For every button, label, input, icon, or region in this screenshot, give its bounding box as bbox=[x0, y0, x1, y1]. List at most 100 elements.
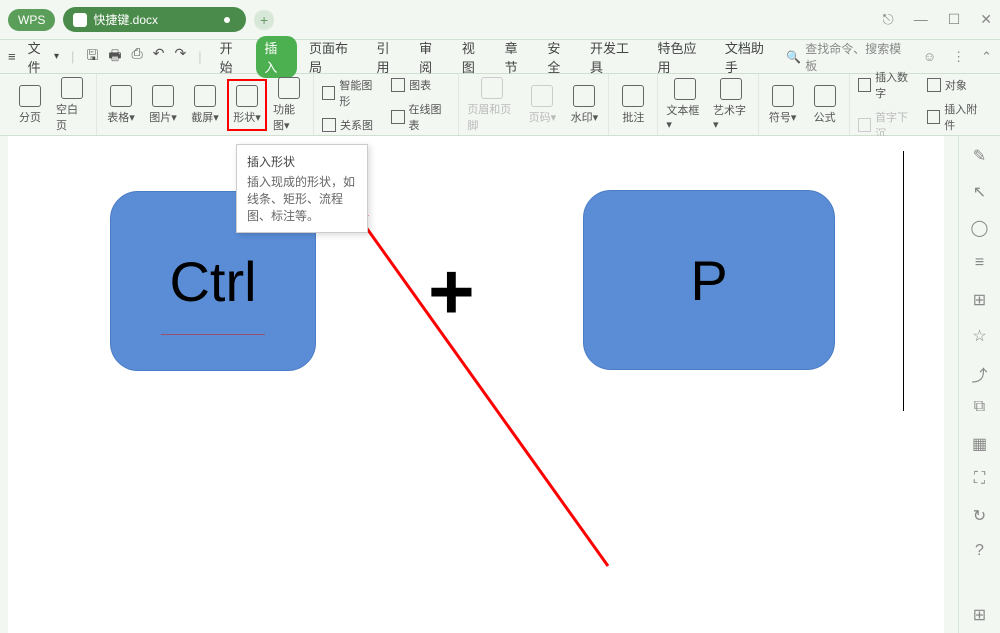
sidebar-line-icon[interactable]: ≡ bbox=[971, 254, 989, 272]
attachment-button[interactable]: 插入附件 bbox=[923, 99, 990, 135]
save-icon[interactable]: 🖫 bbox=[86, 45, 98, 69]
wordart-button[interactable]: 艺术字▾ bbox=[709, 74, 754, 135]
textbox-label: 文本框▾ bbox=[666, 102, 703, 131]
insert-number-button[interactable]: 插入数字 bbox=[854, 67, 921, 103]
menu-tab-3[interactable]: 引用 bbox=[370, 36, 407, 78]
symbol-button[interactable]: 符号▾ bbox=[763, 81, 803, 129]
skin-icon[interactable]: ⎋ bbox=[883, 11, 894, 28]
doc-icon bbox=[73, 13, 87, 27]
menu-tab-4[interactable]: 审阅 bbox=[413, 36, 450, 78]
screenshot-button[interactable]: 截屏▾ bbox=[185, 81, 225, 129]
sidebar-star-icon[interactable]: ☆ bbox=[971, 326, 989, 344]
attachment-icon bbox=[927, 110, 940, 124]
wordart-icon bbox=[720, 78, 742, 100]
add-tab-button[interactable]: + bbox=[254, 10, 274, 30]
formula-button[interactable]: 公式 bbox=[805, 81, 845, 129]
print-icon[interactable]: 🖶 bbox=[108, 45, 121, 69]
function-diagram-button[interactable]: 功能图▾ bbox=[269, 73, 309, 137]
chart-button[interactable]: 图表 bbox=[387, 75, 454, 95]
online-chart-button[interactable]: 在线图表 bbox=[387, 99, 454, 135]
sidebar-grid-icon[interactable]: ⊞ bbox=[971, 605, 989, 623]
redo-icon[interactable]: ↷ bbox=[174, 45, 186, 69]
close-icon[interactable]: ✕ bbox=[980, 11, 992, 28]
shape-label: 形状▾ bbox=[233, 109, 261, 125]
header-footer-button[interactable]: 页眉和页脚 bbox=[463, 73, 520, 137]
object-label: 对象 bbox=[945, 77, 967, 93]
smart-art-button[interactable]: 智能图形 bbox=[318, 75, 385, 111]
undo-icon[interactable]: ↶ bbox=[153, 45, 165, 69]
sidebar-pencil-icon[interactable]: ✎ bbox=[971, 146, 989, 164]
menu-tab-7[interactable]: 安全 bbox=[541, 36, 578, 78]
unsaved-dot bbox=[224, 17, 230, 23]
page-number-icon bbox=[531, 85, 553, 107]
online-chart-label: 在线图表 bbox=[409, 101, 451, 133]
menu-tab-8[interactable]: 开发工具 bbox=[584, 36, 645, 78]
page-break-icon bbox=[19, 85, 41, 107]
shape-icon bbox=[236, 85, 258, 107]
relation-chart-button[interactable]: 关系图 bbox=[318, 115, 385, 135]
watermark-icon bbox=[573, 85, 595, 107]
menu-tab-10[interactable]: 文档助手 bbox=[719, 36, 780, 78]
tooltip-desc: 插入现成的形状，如线条、矩形、流程图、标注等。 bbox=[247, 174, 357, 224]
minimize-icon[interactable]: — bbox=[914, 11, 928, 28]
chart-label: 图表 bbox=[409, 77, 431, 93]
sidebar-history-icon[interactable]: ↻ bbox=[971, 506, 989, 524]
menu-tab-1[interactable]: 插入 bbox=[256, 36, 297, 78]
sidebar-shape-icon[interactable]: ◯ bbox=[971, 218, 989, 236]
page-number-button[interactable]: 页码▾ bbox=[522, 81, 562, 129]
expand-icon[interactable]: ⌃ bbox=[981, 49, 992, 65]
comment-button[interactable]: 批注 bbox=[613, 81, 653, 129]
sidebar-chart-icon[interactable]: ▦ bbox=[971, 434, 989, 452]
tooltip-title: 插入形状 bbox=[247, 153, 357, 170]
vertical-scrollbar[interactable] bbox=[944, 136, 958, 633]
wps-logo: WPS bbox=[8, 9, 55, 31]
table-button[interactable]: 表格▾ bbox=[101, 81, 141, 129]
sidebar-image-icon[interactable]: ⛶ bbox=[971, 470, 989, 488]
sidebar-share-icon[interactable]: ⤴ bbox=[971, 362, 989, 380]
formula-label: 公式 bbox=[814, 109, 836, 125]
preview-icon[interactable]: ⎙ bbox=[132, 45, 143, 69]
object-button[interactable]: 对象 bbox=[923, 75, 990, 95]
insert-number-label: 插入数字 bbox=[875, 69, 917, 101]
more-icon[interactable]: ⋮ bbox=[952, 49, 965, 65]
hamburger-icon[interactable]: ≡ bbox=[8, 49, 16, 64]
chart-icon bbox=[391, 78, 405, 92]
document-tab[interactable]: 快捷键.docx bbox=[63, 7, 246, 32]
insert-number-icon bbox=[858, 78, 871, 92]
smile-icon[interactable]: ☺ bbox=[923, 49, 936, 64]
sidebar-gallery-icon[interactable]: ⊞ bbox=[971, 290, 989, 308]
comment-label: 批注 bbox=[622, 109, 644, 125]
menu-tab-2[interactable]: 页面布局 bbox=[303, 36, 364, 78]
ribbon-toolbar: 分页空白页表格▾ 图片▾ 截屏▾ 形状▾ 功能图▾ 智能图形关系图 图表在线图表页眉和页脚页… bbox=[0, 74, 1000, 136]
shape-button[interactable]: 形状▾ bbox=[227, 79, 267, 131]
blank-page-icon bbox=[61, 77, 83, 99]
header-footer-label: 页眉和页脚 bbox=[467, 101, 516, 133]
menu-tab-6[interactable]: 章节 bbox=[499, 36, 536, 78]
symbol-label: 符号▾ bbox=[769, 109, 797, 125]
menu-tab-9[interactable]: 特色应用 bbox=[651, 36, 712, 78]
picture-label: 图片▾ bbox=[149, 109, 177, 125]
watermark-button[interactable]: 水印▾ bbox=[564, 81, 604, 129]
textbox-icon bbox=[674, 78, 696, 100]
menu-tab-0[interactable]: 开始 bbox=[214, 36, 251, 78]
sidebar-screen-icon[interactable]: ⧉ bbox=[971, 398, 989, 416]
plus-text: + bbox=[428, 246, 475, 338]
menu-tab-5[interactable]: 视图 bbox=[456, 36, 493, 78]
picture-button[interactable]: 图片▾ bbox=[143, 81, 183, 129]
attachment-label: 插入附件 bbox=[944, 101, 986, 133]
p-key-shape[interactable]: P bbox=[583, 190, 835, 370]
sidebar-help-icon[interactable]: ? bbox=[971, 542, 989, 560]
document-canvas[interactable]: 插入形状 插入现成的形状，如线条、矩形、流程图、标注等。 Ctrl + P bbox=[8, 136, 958, 633]
maximize-icon[interactable]: ☐ bbox=[948, 11, 961, 28]
symbol-icon bbox=[772, 85, 794, 107]
relation-chart-label: 关系图 bbox=[340, 117, 373, 133]
comment-icon bbox=[622, 85, 644, 107]
menu-file[interactable]: 文件▾ bbox=[22, 36, 65, 78]
textbox-button[interactable]: 文本框▾ bbox=[662, 74, 707, 135]
table-icon bbox=[110, 85, 132, 107]
blank-page-button[interactable]: 空白页 bbox=[52, 73, 92, 137]
shape-tooltip: 插入形状 插入现成的形状，如线条、矩形、流程图、标注等。 bbox=[236, 144, 368, 233]
page-break-button[interactable]: 分页 bbox=[10, 81, 50, 129]
sidebar-cursor-icon[interactable]: ↖ bbox=[971, 182, 989, 200]
function-diagram-label: 功能图▾ bbox=[273, 101, 305, 133]
